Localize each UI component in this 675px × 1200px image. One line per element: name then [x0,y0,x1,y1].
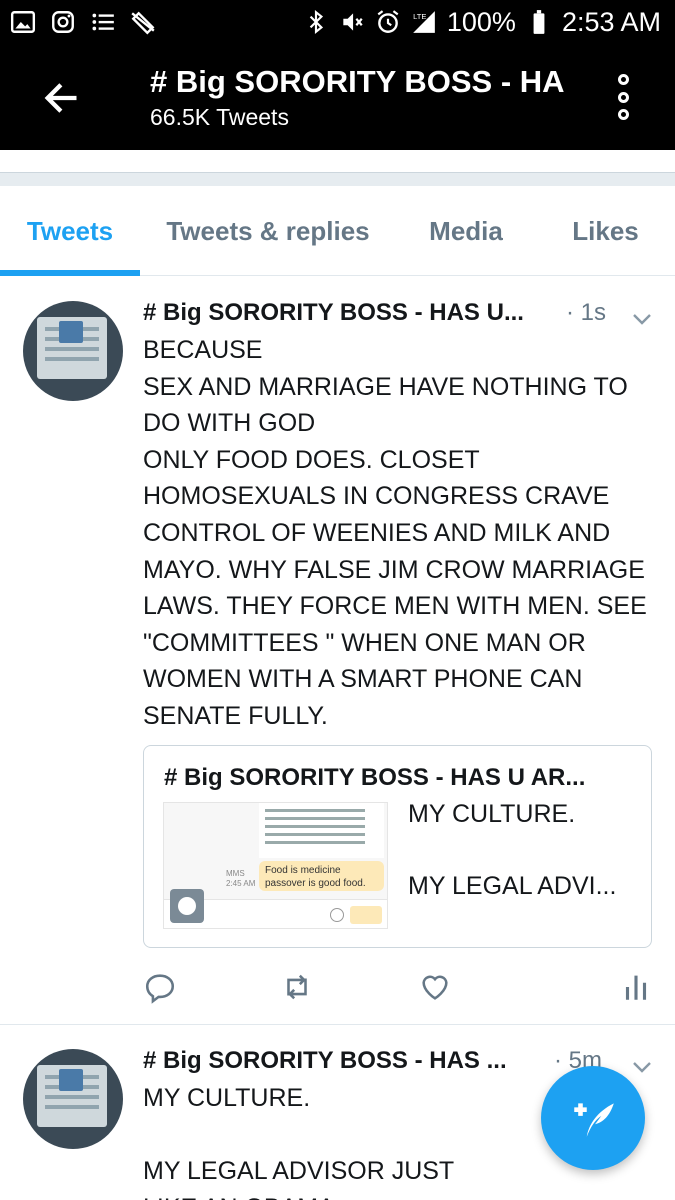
list-icon [90,9,116,35]
status-bar-system: LTE 100% 2:53 AM [303,6,661,38]
analytics-icon[interactable] [619,970,653,1004]
tweet-timestamp: · 1s [566,299,607,326]
battery-icon [526,9,552,35]
section-divider [0,172,675,186]
gallery-icon [10,9,36,35]
tab-likes[interactable]: Likes [536,186,675,276]
avatar[interactable] [23,301,123,401]
thumb-message-bubble: Food is medicine passover is good food. [259,861,384,891]
tweet-actions [0,966,675,1010]
profile-tabs: Tweets Tweets & replies Media Likes [0,186,675,276]
tweet-count: 66.5K Tweets [150,104,289,130]
reply-icon[interactable] [143,970,177,1004]
status-time: 2:53 AM [561,7,661,37]
tweet-author-name[interactable]: # Big SORORITY BOSS - HAS U... [143,299,524,327]
page-title: # Big SORORITY BOSS - HA [150,64,565,99]
arrow-left-icon [44,83,77,113]
card-title: # Big SORORITY BOSS - HAS U AR... [164,764,586,791]
retweet-icon[interactable] [280,970,314,1004]
tab-tweets[interactable]: Tweets [0,186,140,276]
battery-percent: 100% [446,7,516,37]
status-bar: LTE 100% 2:53 AM [0,0,675,46]
emoji-icon [330,908,344,922]
compose-tweet-button[interactable] [541,1066,645,1170]
chevron-down-icon[interactable] [630,1055,654,1079]
back-button[interactable] [38,76,84,120]
instagram-icon [50,9,76,35]
link-card[interactable]: # Big SORORITY BOSS - HAS U AR... MMS 2:4… [143,745,652,948]
thumb-mms-label: MMS 2:45 AM [226,869,256,888]
card-description: MY CULTURE. MY LEGAL ADVI... [408,800,617,900]
tab-media[interactable]: Media [396,186,536,276]
avatar[interactable] [23,1049,123,1149]
card-thumbnail: MMS 2:45 AM Food is medicine passover is … [163,802,388,929]
sticker-icon [170,889,204,923]
profile-strip [0,150,675,172]
active-tab-indicator [0,270,140,276]
tab-tweets-and-replies[interactable]: Tweets & replies [140,186,396,276]
compose-tweet-icon [574,1103,614,1137]
chevron-down-icon[interactable] [630,307,654,331]
bluetooth-icon [303,9,329,35]
tweet-text: BECAUSE SEX AND MARRIAGE HAVE NOTHING TO… [143,336,647,730]
status-bar-notifications [10,9,156,35]
tweet-author-name[interactable]: # Big SORORITY BOSS - HAS ... [143,1047,507,1075]
heart-icon[interactable] [418,970,452,1004]
alarm-icon [375,9,401,35]
more-vertical-icon[interactable] [606,74,640,120]
lte-signal-icon: LTE [411,9,437,35]
send-icon [350,906,382,924]
svg-text:LTE: LTE [413,12,426,21]
app-bar: # Big SORORITY BOSS - HA 66.5K Tweets [0,46,675,150]
mute-icon [339,9,365,35]
hd-off-icon [130,9,156,35]
